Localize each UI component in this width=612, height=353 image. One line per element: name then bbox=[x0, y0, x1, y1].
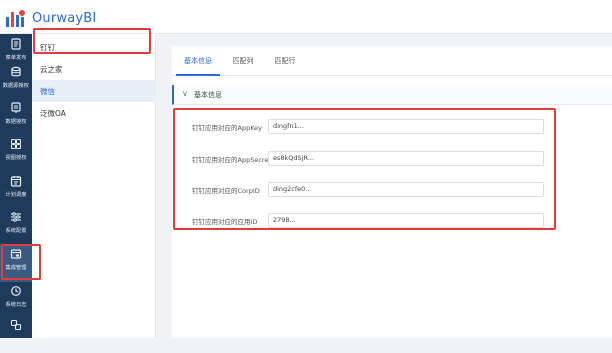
nav-label: 系统日志 bbox=[5, 302, 27, 308]
calendar-icon bbox=[10, 176, 22, 187]
appkey-label: 钉钉应用对应的AppKey bbox=[192, 124, 262, 132]
subnav-item-fanwei-oa[interactable]: 泛微OA bbox=[32, 102, 156, 124]
tab-match-columns[interactable]: 匹配列 bbox=[222, 46, 264, 76]
form-row-appsecret: 钉钉应用对应的AppSecret es8kQdSjR... bbox=[172, 151, 612, 167]
nav-item-view-auth[interactable]: 视图授权 bbox=[0, 134, 32, 172]
settings-panel: 基本信息 匹配列 匹配行 ∨ 基本信息 钉钉应用对应的AppKey dingfn… bbox=[172, 46, 612, 338]
app-logo[interactable]: OurwayBI bbox=[4, 7, 96, 29]
nav-item-datasource-auth[interactable]: 数据源授权 bbox=[0, 62, 32, 100]
nav-item-transfer[interactable] bbox=[0, 315, 32, 353]
integration-subnav: 钉钉 云之家 微信 泛微OA bbox=[32, 34, 156, 338]
main-sidebar: 菜单发布 数据源授权 数据授权 视图授权 计划调度 系统配置 集成管理 系统日志 bbox=[0, 34, 32, 338]
corpid-label: 钉钉应用对应的CorpID bbox=[192, 187, 260, 195]
tab-match-rows[interactable]: 匹配行 bbox=[264, 46, 306, 76]
subnav-item-yunzhijia[interactable]: 云之家 bbox=[32, 58, 156, 80]
grid-icon bbox=[10, 138, 22, 150]
form-row-appkey: 钉钉应用对应的AppKey dingfn1... bbox=[172, 119, 612, 135]
nav-label: 视图授权 bbox=[5, 155, 27, 161]
main-content: 基本信息 匹配列 匹配行 ∨ 基本信息 钉钉应用对应的AppKey dingfn… bbox=[156, 34, 612, 338]
nav-label: 数据授权 bbox=[5, 119, 27, 125]
tab-bar: 基本信息 匹配列 匹配行 bbox=[172, 46, 612, 76]
app-name: OurwayBI bbox=[32, 10, 97, 26]
logo-mark-icon bbox=[6, 10, 25, 27]
integration-icon bbox=[10, 249, 22, 259]
form-row-corpid: 钉钉应用对应的CorpID ding2cfe0... bbox=[172, 182, 612, 198]
appid-label: 钉钉应用对应的应用ID bbox=[192, 218, 258, 226]
section-basic-info[interactable]: ∨ 基本信息 bbox=[172, 85, 612, 105]
appsecret-input[interactable]: es8kQdSjR... bbox=[268, 151, 544, 166]
section-title: 基本信息 bbox=[194, 91, 222, 99]
top-bar: OurwayBI bbox=[0, 0, 612, 34]
tab-basic-info[interactable]: 基本信息 bbox=[176, 46, 220, 76]
nav-item-schedule[interactable]: 计划调度 bbox=[0, 171, 32, 209]
nav-label: 数据源授权 bbox=[2, 83, 30, 89]
database-icon bbox=[11, 66, 21, 77]
nav-item-data-auth[interactable]: 数据授权 bbox=[0, 98, 32, 136]
nav-label: 菜单发布 bbox=[5, 55, 27, 61]
sliders-icon bbox=[11, 212, 21, 222]
report-icon bbox=[11, 102, 21, 113]
nav-item-system-config[interactable]: 系统配置 bbox=[0, 207, 32, 245]
transfer-icon bbox=[10, 319, 22, 331]
subnav-item-wechat[interactable]: 微信 bbox=[32, 80, 156, 102]
document-icon bbox=[11, 38, 21, 50]
form-row-appid: 钉钉应用对应的应用ID 2798... bbox=[172, 213, 612, 229]
nav-label: 系统配置 bbox=[5, 228, 27, 234]
appid-input[interactable]: 2798... bbox=[268, 213, 544, 228]
nav-label: 计划调度 bbox=[5, 192, 27, 198]
subnav-item-dingtalk[interactable]: 钉钉 bbox=[32, 36, 156, 58]
nav-label: 集成管理 bbox=[5, 265, 27, 271]
history-icon bbox=[11, 286, 21, 296]
chevron-down-icon: ∨ bbox=[182, 89, 188, 98]
corpid-input[interactable]: ding2cfe0... bbox=[268, 182, 544, 197]
appsecret-label: 钉钉应用对应的AppSecret bbox=[192, 156, 271, 164]
appkey-input[interactable]: dingfn1... bbox=[268, 119, 544, 134]
nav-item-system-log[interactable]: 系统日志 bbox=[0, 281, 32, 319]
nav-item-integration[interactable]: 集成管理 bbox=[0, 244, 32, 282]
